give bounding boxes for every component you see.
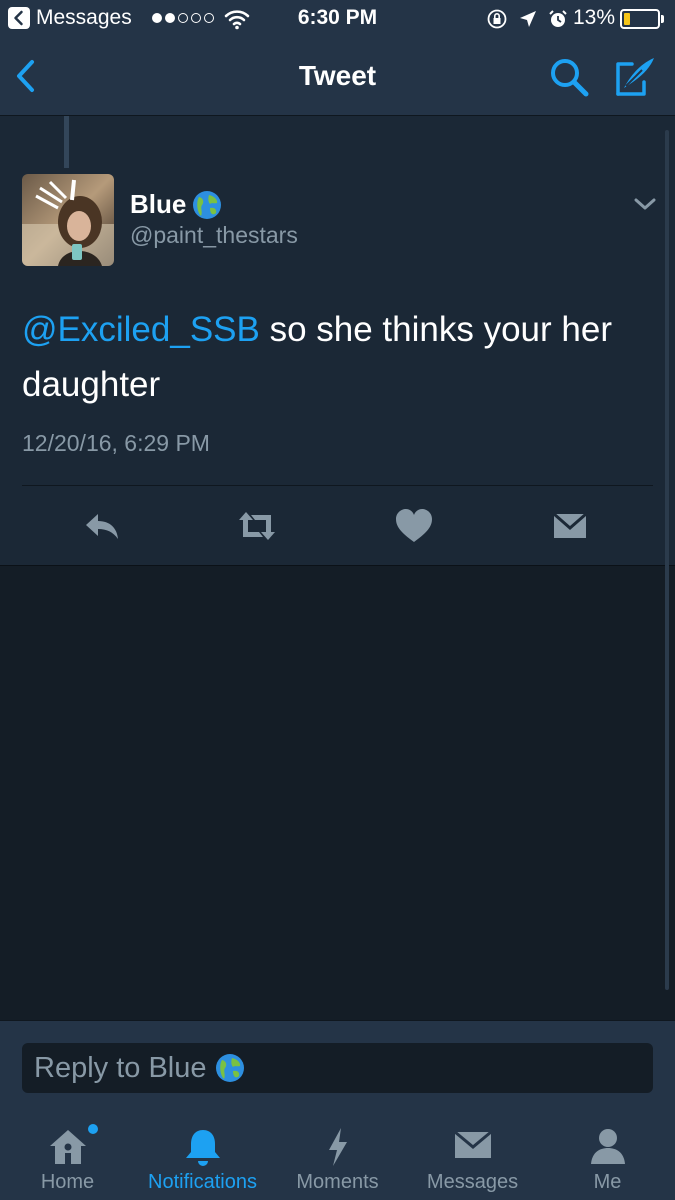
thread-connector-line xyxy=(64,116,69,168)
battery-tip xyxy=(661,15,664,23)
tab-moments[interactable]: Moments xyxy=(270,1100,405,1200)
user-handle[interactable]: @paint_thestars xyxy=(130,222,298,249)
reply-input[interactable]: Reply to Blue xyxy=(22,1043,653,1093)
location-arrow-icon xyxy=(520,11,536,27)
chevron-down-icon[interactable] xyxy=(632,194,658,214)
tweet-timestamp: 12/20/16, 6:29 PM xyxy=(22,430,210,456)
chevron-left-icon[interactable] xyxy=(10,56,44,96)
tab-notifications[interactable]: Notifications xyxy=(135,1100,270,1200)
reply-placeholder: Reply to Blue xyxy=(34,1051,207,1084)
person-icon xyxy=(590,1129,625,1164)
home-icon xyxy=(49,1130,86,1164)
search-icon[interactable] xyxy=(548,56,590,98)
signal-strength-icon xyxy=(152,13,214,23)
direct-message-icon[interactable] xyxy=(548,506,592,546)
tab-bar: Home Notifications Moments Messages Me xyxy=(0,1100,675,1200)
avatar[interactable] xyxy=(22,174,114,266)
wifi-icon xyxy=(224,10,250,30)
tweet-text: @Exciled_SSB so she thinks your her daug… xyxy=(22,302,642,412)
lightning-icon xyxy=(328,1128,347,1166)
envelope-icon xyxy=(453,1130,492,1158)
notification-dot xyxy=(88,1124,98,1134)
mention-link[interactable]: @Exciled_SSB xyxy=(22,310,260,349)
bell-icon xyxy=(185,1130,220,1166)
tab-label: Moments xyxy=(296,1171,379,1193)
globe-emoji-icon xyxy=(193,190,222,219)
back-to-app-icon[interactable] xyxy=(8,7,30,29)
scrollbar[interactable] xyxy=(665,130,669,990)
display-name-text: Blue xyxy=(130,189,187,219)
reply-bar: Reply to Blue xyxy=(0,1020,675,1100)
divider xyxy=(22,485,653,486)
back-app-name[interactable]: Messages xyxy=(36,6,132,30)
battery-percent: 13% xyxy=(573,6,616,29)
tab-messages[interactable]: Messages xyxy=(405,1100,540,1200)
alarm-icon xyxy=(549,10,567,27)
globe-emoji-icon xyxy=(215,1054,244,1082)
like-heart-icon[interactable] xyxy=(392,506,436,546)
tab-me[interactable]: Me xyxy=(540,1100,675,1200)
tab-home[interactable]: Home xyxy=(0,1100,135,1200)
tab-label: Home xyxy=(40,1171,95,1193)
tweet-detail: Blue @paint_thestars @Exciled_SSB so she… xyxy=(0,116,675,566)
compose-icon[interactable] xyxy=(612,54,658,100)
tab-label: Notifications xyxy=(148,1171,257,1193)
status-bar: Messages 6:30 PM 13% xyxy=(0,0,675,38)
orientation-lock-icon xyxy=(487,9,507,29)
tab-label: Messages xyxy=(426,1171,519,1193)
reply-icon[interactable] xyxy=(80,506,124,546)
navigation-bar: Tweet xyxy=(0,38,675,116)
retweet-icon[interactable] xyxy=(235,506,279,546)
battery-icon xyxy=(620,9,660,29)
tab-label: Me xyxy=(593,1171,622,1193)
user-display-name[interactable]: Blue xyxy=(130,189,222,220)
